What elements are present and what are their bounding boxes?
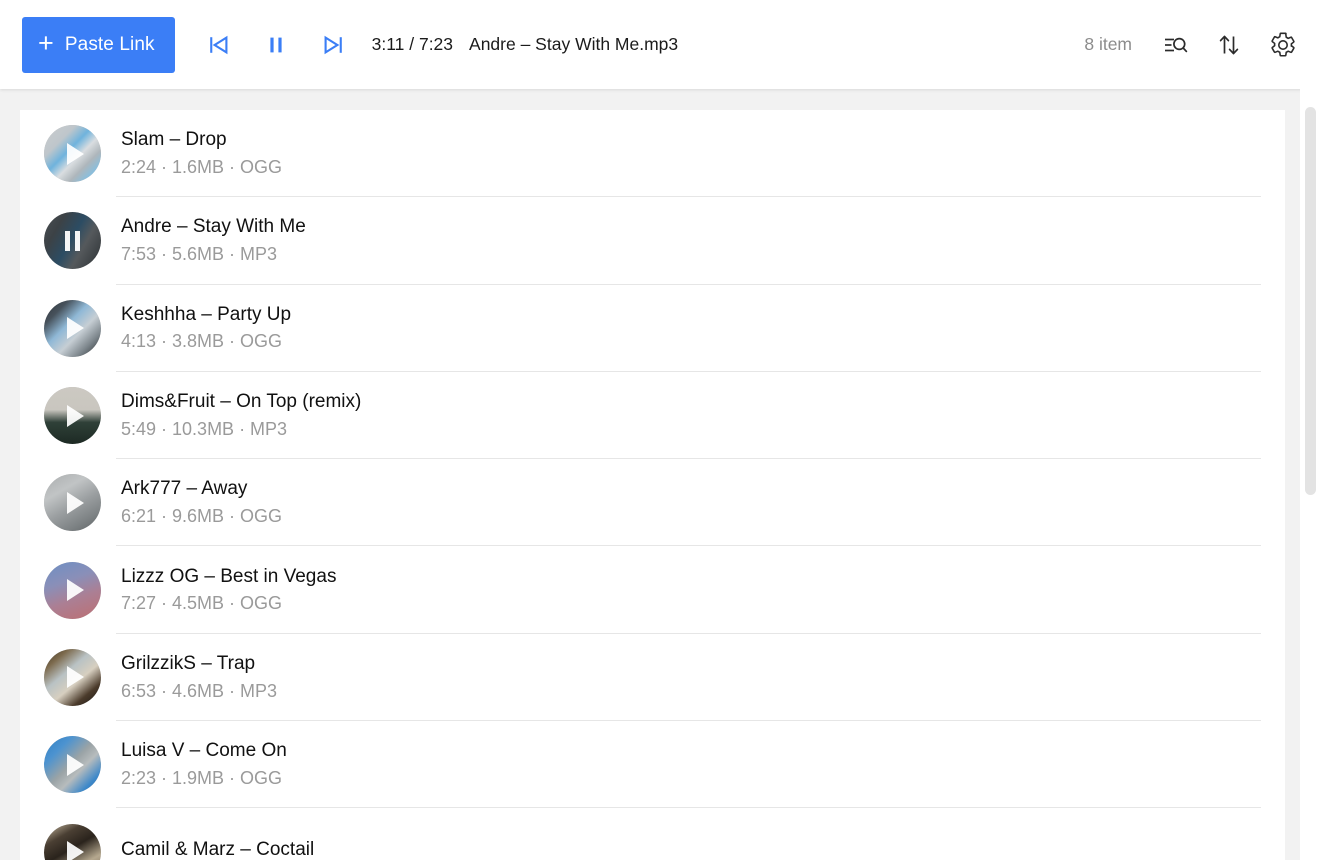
track-thumbnail[interactable]	[44, 299, 101, 357]
sort-button[interactable]	[1212, 28, 1246, 62]
paste-link-label: Paste Link	[64, 33, 155, 55]
content-area: Slam – Drop 2:24 · 1.6MB · OGG Andre – Sta…	[0, 89, 1322, 860]
pause-icon	[270, 37, 282, 52]
track-meta: GrilzzikS – Trap 6:53 · 4.6MB · MP3	[121, 652, 277, 703]
track-thumbnail[interactable]	[44, 125, 101, 183]
track-meta: Keshhha – Party Up 4:13 · 3.8MB · OGG	[121, 303, 291, 354]
track-list: Slam – Drop 2:24 · 1.6MB · OGG Andre – Sta…	[20, 110, 1285, 860]
play-icon	[44, 125, 101, 182]
track-thumbnail[interactable]	[44, 387, 101, 445]
track-meta: Lizzz OG – Best in Vegas 7:27 · 4.5MB · O…	[121, 565, 336, 616]
now-playing-filename: Andre – Stay With Me.mp3	[469, 34, 679, 54]
play-icon	[44, 562, 101, 619]
play-icon	[44, 736, 101, 793]
transport-controls	[201, 27, 351, 63]
next-track-button[interactable]	[315, 27, 351, 63]
track-subtitle: 4:13 · 3.8MB · OGG	[121, 331, 283, 352]
track-subtitle: 7:53 · 5.6MB · MP3	[121, 244, 278, 265]
filter-search-icon	[1165, 37, 1188, 52]
track-meta: Andre – Stay With Me 7:53 · 5.6MB · MP3	[121, 215, 306, 266]
track-meta: Luisa V – Come On 2:23 · 1.9MB · OGG	[121, 739, 287, 790]
previous-track-button[interactable]	[201, 27, 237, 63]
previous-track-icon	[209, 35, 228, 54]
track-thumbnail[interactable]	[44, 736, 101, 794]
track-row[interactable]: GrilzzikS – Trap 6:53 · 4.6MB · MP3	[20, 634, 1285, 722]
track-subtitle: 5:49 · 10.3MB · MP3	[121, 418, 288, 439]
track-title: GrilzzikS – Trap	[121, 652, 256, 674]
play-icon	[44, 474, 101, 531]
track-title: Ark777 – Away	[121, 478, 248, 500]
play-pause-button[interactable]	[258, 27, 294, 63]
track-row[interactable]: Slam – Drop 2:24 · 1.6MB · OGG	[20, 110, 1285, 198]
track-row[interactable]: Ark777 – Away 6:21 · 9.6MB · OGG	[20, 459, 1285, 547]
track-subtitle: 6:21 · 9.6MB · OGG	[121, 505, 283, 526]
paste-link-button[interactable]: + Paste Link	[22, 16, 175, 73]
sort-arrows-icon	[1219, 35, 1239, 54]
filter-search-button[interactable]	[1158, 28, 1192, 62]
track-meta: Ark777 – Away 6:21 · 9.6MB · OGG	[121, 477, 282, 528]
track-thumbnail[interactable]	[44, 648, 101, 706]
track-subtitle: 6:53 · 4.6MB · MP3	[121, 680, 278, 701]
track-row[interactable]: Keshhha – Party Up 4:13 · 3.8MB · OGG	[20, 285, 1285, 373]
track-row[interactable]: Lizzz OG – Best in Vegas 7:27 · 4.5MB · O…	[20, 546, 1285, 635]
track-meta: Camil & Marz – Coctail	[121, 838, 314, 860]
track-thumbnail[interactable]	[44, 474, 101, 532]
track-subtitle: 2:23 · 1.9MB · OGG	[121, 767, 283, 788]
gear-icon	[1271, 32, 1295, 57]
play-icon	[44, 300, 101, 357]
now-playing-info: 3:11 / 7:23 Andre – Stay With Me.mp3	[372, 34, 679, 55]
play-icon	[44, 824, 101, 860]
track-thumbnail[interactable]	[44, 823, 101, 860]
track-title: Luisa V – Come On	[121, 740, 287, 762]
next-track-icon	[324, 35, 342, 54]
play-icon	[44, 649, 101, 706]
track-title: Slam – Drop	[121, 129, 227, 151]
toolbar-actions: 8 item	[1084, 28, 1300, 62]
top-toolbar: + Paste Link 3:11 / 7:23 Andre – Stay Wi…	[0, 0, 1322, 89]
item-count-label: 8 item	[1084, 34, 1132, 54]
track-row[interactable]: Dims&Fruit – On Top (remix) 5:49 · 10.3MB…	[20, 372, 1285, 460]
track-title: Keshhha – Party Up	[121, 303, 292, 325]
track-meta: Dims&Fruit – On Top (remix) 5:49 · 10.3MB…	[121, 390, 361, 441]
track-thumbnail[interactable]	[44, 561, 101, 619]
plus-icon: +	[38, 28, 54, 58]
scrollbar-thumb[interactable]	[1305, 107, 1316, 495]
track-subtitle: 2:24 · 1.6MB · OGG	[121, 156, 283, 177]
track-title: Dims&Fruit – On Top (remix)	[121, 391, 362, 412]
track-subtitle: 7:27 · 4.5MB · OGG	[121, 593, 283, 614]
play-icon	[44, 387, 101, 444]
playback-time: 3:11 / 7:23	[371, 34, 454, 54]
track-thumbnail[interactable]	[44, 212, 101, 270]
track-title: Lizzz OG – Best in Vegas	[121, 565, 337, 587]
track-title: Camil & Marz – Coctail	[121, 839, 315, 860]
vertical-scrollbar[interactable]	[1300, 89, 1322, 860]
track-row[interactable]: Camil & Marz – Coctail	[20, 808, 1285, 860]
track-title: Andre – Stay With Me	[121, 216, 306, 238]
track-meta: Slam – Drop 2:24 · 1.6MB · OGG	[121, 128, 282, 179]
track-row[interactable]: Andre – Stay With Me 7:53 · 5.6MB · MP3	[20, 197, 1285, 285]
pause-icon	[44, 212, 101, 269]
app-window: + Paste Link 3:11 / 7:23 Andre – Stay Wi…	[0, 0, 1322, 860]
settings-button[interactable]	[1266, 28, 1300, 62]
track-row[interactable]: Luisa V – Come On 2:23 · 1.9MB · OGG	[20, 721, 1285, 809]
